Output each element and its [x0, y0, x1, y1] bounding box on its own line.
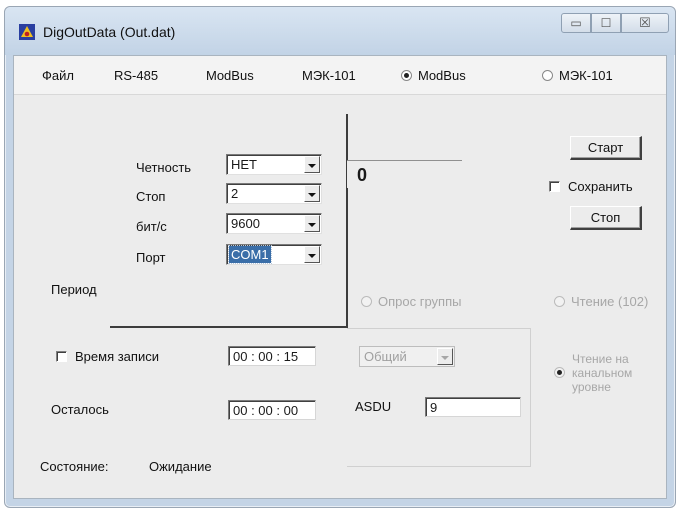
stop-bits-label: Стоп [136, 189, 166, 204]
counter-display: 0 [347, 160, 462, 188]
radio-modbus[interactable]: ModBus [401, 68, 466, 83]
window-title: DigOutData (Out.dat) [43, 24, 176, 40]
save-label: Сохранить [568, 179, 633, 194]
checkbox-icon [549, 181, 560, 192]
group-select-value: Общий [364, 349, 407, 364]
radio-mek101-label: МЭК-101 [559, 68, 613, 83]
menu-rs485[interactable]: RS-485 [114, 68, 158, 83]
minimize-icon: ▭ [570, 16, 582, 30]
start-button[interactable]: Старт [570, 136, 642, 160]
chevron-down-icon[interactable] [304, 156, 320, 173]
read-channel-radio[interactable]: Чтение на канальном уровне [554, 352, 664, 394]
checkbox-icon [56, 351, 67, 362]
window-controls: ▭ ☐ ☒ [561, 13, 669, 35]
radio-unselected-icon [361, 296, 372, 307]
port-settings-panel: Четность НЕТ Стоп 2 бит/с 9600 Порт COM1 [110, 114, 348, 328]
baud-rate-value: 9600 [231, 216, 260, 231]
radio-selected-icon [401, 70, 412, 81]
baud-rate-label: бит/с [136, 219, 167, 234]
port-label: Порт [136, 250, 166, 265]
remaining-field: 00 : 00 : 00 [228, 400, 316, 420]
record-time-checkbox[interactable]: Время записи [56, 349, 159, 364]
read-channel-label: Чтение на канальном уровне [572, 352, 633, 394]
stop-bits-select[interactable]: 2 [226, 183, 322, 204]
parity-label: Четность [136, 160, 192, 175]
remaining-label: Осталось [51, 402, 109, 417]
parity-value: НЕТ [231, 157, 257, 172]
menu-file[interactable]: Файл [42, 68, 74, 83]
port-value: COM1 [228, 245, 272, 264]
read-102-radio[interactable]: Чтение (102) [554, 294, 648, 309]
read-102-label: Чтение (102) [571, 294, 649, 309]
status-value: Ожидание [149, 459, 212, 474]
radio-mek101[interactable]: МЭК-101 [542, 68, 613, 83]
close-button[interactable]: ☒ [621, 13, 669, 33]
menu-mek101[interactable]: МЭК-101 [302, 68, 356, 83]
maximize-button[interactable]: ☐ [591, 13, 621, 33]
chevron-down-icon[interactable] [304, 185, 320, 202]
record-time-label: Время записи [75, 349, 159, 364]
period-label: Период [51, 282, 97, 297]
chevron-down-icon[interactable] [304, 215, 320, 232]
radio-selected-icon [554, 367, 565, 378]
stop-bits-value: 2 [231, 186, 239, 201]
asdu-label: ASDU [355, 399, 392, 414]
radio-unselected-icon [542, 70, 553, 81]
poll-group-label: Опрос группы [378, 294, 462, 309]
app-icon [19, 24, 35, 40]
record-time-field[interactable]: 00 : 00 : 15 [228, 346, 316, 366]
close-icon: ☒ [639, 15, 651, 30]
port-select[interactable]: COM1 [226, 244, 322, 265]
stop-button[interactable]: Стоп [570, 206, 642, 230]
menu-modbus[interactable]: ModBus [206, 68, 254, 83]
save-checkbox[interactable]: Сохранить [549, 179, 633, 194]
baud-rate-select[interactable]: 9600 [226, 213, 322, 234]
app-window: DigOutData (Out.dat) ▭ ☐ ☒ Файл RS-485 M… [4, 6, 676, 508]
group-select[interactable]: Общий [359, 346, 455, 367]
minimize-button[interactable]: ▭ [561, 13, 591, 33]
title-bar[interactable]: DigOutData (Out.dat) ▭ ☐ ☒ [5, 7, 675, 55]
asdu-field[interactable]: 9 [425, 397, 521, 417]
client-area: Файл RS-485 ModBus МЭК-101 ModBus МЭК-10… [13, 55, 667, 499]
parity-select[interactable]: НЕТ [226, 154, 322, 175]
radio-unselected-icon [554, 296, 565, 307]
maximize-icon: ☐ [600, 16, 612, 30]
menu-bar: Файл RS-485 ModBus МЭК-101 ModBus МЭК-10… [14, 56, 666, 95]
radio-modbus-label: ModBus [418, 68, 466, 83]
poll-group-radio[interactable]: Опрос группы [361, 294, 461, 309]
chevron-down-icon[interactable] [304, 246, 320, 263]
status-label: Состояние: [40, 459, 109, 474]
chevron-down-icon[interactable] [437, 348, 453, 365]
